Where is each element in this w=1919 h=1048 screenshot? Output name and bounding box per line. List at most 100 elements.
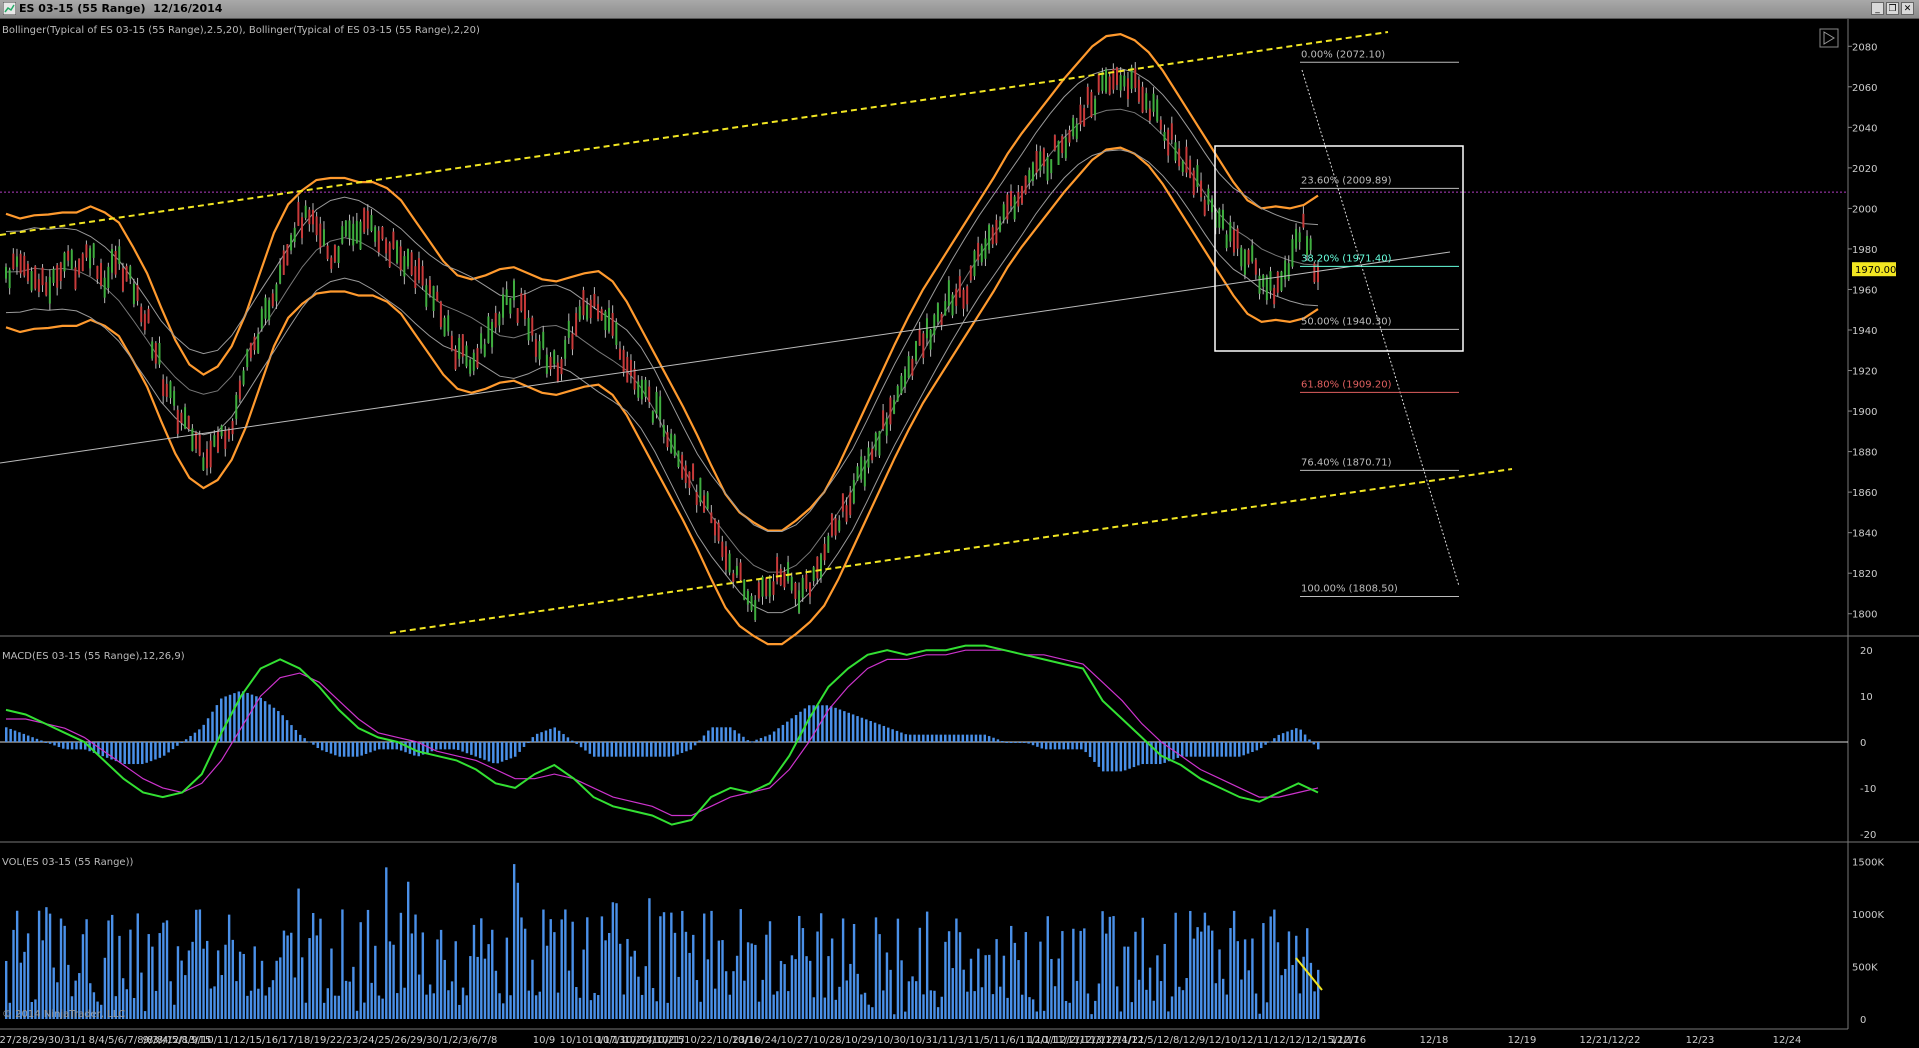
volume-bar bbox=[1262, 923, 1265, 1019]
candle-body bbox=[713, 519, 716, 536]
macd-histogram-bar bbox=[369, 742, 372, 753]
volume-bar bbox=[337, 995, 340, 1019]
y-tick-label: 1900 bbox=[1852, 407, 1877, 418]
volume-bar bbox=[874, 917, 878, 1019]
candle-body bbox=[326, 245, 329, 260]
candle-body bbox=[235, 394, 238, 419]
candle-body bbox=[19, 253, 22, 274]
macd-histogram-bar bbox=[1031, 742, 1035, 746]
candle-body bbox=[765, 578, 768, 597]
volume-bar bbox=[1123, 946, 1126, 1019]
macd-histogram-bar bbox=[70, 742, 74, 750]
volume-bar bbox=[940, 996, 943, 1019]
candle-body bbox=[1145, 93, 1148, 110]
candle-body bbox=[622, 349, 625, 373]
volume-bar bbox=[275, 960, 278, 1019]
candle-body bbox=[600, 309, 603, 321]
macd-histogram-bar bbox=[1242, 742, 1245, 756]
macd-histogram-bar bbox=[610, 742, 614, 757]
macd-histogram-bar bbox=[176, 742, 179, 746]
volume-bar bbox=[1174, 912, 1177, 1019]
candle-body bbox=[143, 313, 146, 331]
candle-body bbox=[238, 380, 241, 400]
candle-body bbox=[26, 263, 29, 282]
volume-bar bbox=[505, 937, 509, 1019]
volume-bar bbox=[633, 950, 636, 1019]
candle-body bbox=[637, 381, 640, 398]
volume-bar bbox=[301, 957, 304, 1019]
volume-bar bbox=[969, 958, 973, 1019]
volume-bar bbox=[494, 970, 498, 1019]
candle-body bbox=[1002, 204, 1005, 220]
macd-histogram-bar bbox=[711, 727, 714, 742]
macd-histogram-bar bbox=[456, 742, 460, 750]
volume-bar bbox=[125, 989, 129, 1019]
volume-bar bbox=[341, 909, 344, 1019]
candle-body bbox=[502, 294, 505, 318]
macd-histogram-bar bbox=[553, 727, 556, 742]
candle-body bbox=[743, 579, 746, 600]
volume-bar bbox=[1196, 927, 1199, 1019]
macd-histogram-bar bbox=[689, 742, 693, 750]
y-tick-label: -10 bbox=[1860, 784, 1876, 795]
volume-bar bbox=[1141, 917, 1144, 1019]
volume-bar bbox=[209, 988, 213, 1019]
macd-histogram-bar bbox=[878, 724, 881, 742]
candle-body bbox=[827, 535, 830, 553]
macd-histogram-bar bbox=[764, 736, 767, 742]
volume-bar bbox=[443, 959, 446, 1019]
candle-body bbox=[966, 286, 969, 305]
restore-button[interactable]: ❐ bbox=[1886, 2, 1899, 15]
volume-bar bbox=[366, 909, 370, 1019]
macd-histogram-bar bbox=[342, 742, 346, 757]
chart-window-icon bbox=[3, 2, 16, 15]
macd-histogram-bar bbox=[557, 730, 561, 742]
macd-histogram-bar bbox=[316, 742, 320, 749]
volume-bar bbox=[1251, 938, 1254, 1019]
macd-histogram-bar bbox=[500, 742, 504, 762]
candle-body bbox=[89, 248, 92, 269]
toggle-panel-icon bbox=[1819, 28, 1839, 48]
volume-bar bbox=[608, 932, 611, 1019]
volume-bar bbox=[1298, 993, 1302, 1019]
y-tick-label: 2000 bbox=[1852, 204, 1877, 215]
candle-body bbox=[1254, 259, 1257, 275]
candle-body bbox=[187, 415, 190, 430]
candle-body bbox=[977, 242, 980, 261]
candle-body bbox=[1090, 91, 1093, 118]
candle-body bbox=[1189, 159, 1192, 178]
macd-histogram-bar bbox=[628, 742, 631, 757]
macd-histogram-bar bbox=[588, 742, 592, 754]
volume-bar bbox=[958, 932, 962, 1019]
candle-body bbox=[417, 258, 420, 281]
volume-bar bbox=[439, 929, 443, 1019]
candle-body bbox=[505, 289, 508, 305]
macd-histogram-bar bbox=[250, 694, 254, 742]
volume-bar bbox=[1280, 975, 1283, 1019]
volume-bar bbox=[154, 990, 158, 1019]
fib-level-label: 100.00% (1808.50) bbox=[1301, 584, 1398, 595]
candle-body bbox=[41, 267, 44, 286]
macd-histogram-bar bbox=[1137, 742, 1140, 766]
minimize-button[interactable]: _ bbox=[1871, 2, 1884, 15]
volume-bar bbox=[936, 1007, 940, 1019]
candle-body bbox=[216, 431, 219, 452]
volume-bar bbox=[12, 929, 15, 1019]
chart-area[interactable]: 1800 1820 1840 1860 1880 1900 1920 1940 1960 1980… bbox=[0, 19, 1919, 1048]
volume-bar bbox=[1284, 968, 1287, 1019]
y-tick-label: 1920 bbox=[1852, 367, 1877, 378]
macd-histogram-bar bbox=[149, 742, 153, 762]
volume-bar bbox=[893, 1014, 896, 1019]
candle-body bbox=[1262, 274, 1265, 287]
volume-bar bbox=[344, 980, 348, 1019]
volume-bar bbox=[703, 913, 706, 1019]
volume-bar bbox=[396, 993, 399, 1019]
volume-bar bbox=[776, 991, 779, 1019]
volume-bar bbox=[534, 995, 538, 1019]
volume-bar bbox=[611, 902, 615, 1019]
candle-body bbox=[999, 220, 1002, 232]
macd-histogram-bar bbox=[983, 734, 987, 742]
macd-histogram-bar bbox=[320, 742, 324, 751]
volume-bar bbox=[264, 995, 267, 1019]
close-button[interactable]: ✕ bbox=[1901, 2, 1914, 15]
